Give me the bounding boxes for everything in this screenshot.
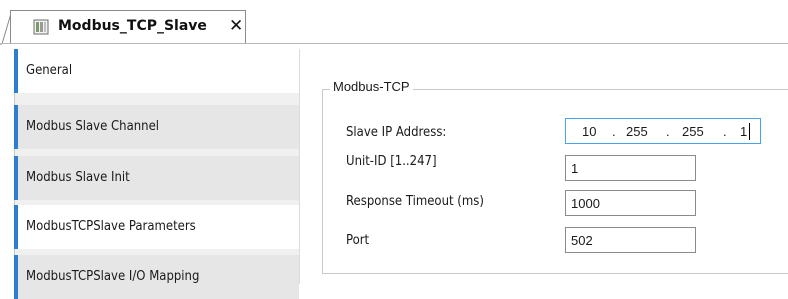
parameters-panel: Modbus-TCP Slave IP Address: 10 . 255 . … [300, 49, 788, 284]
tab-divider [0, 43, 788, 44]
ip-octet-2[interactable]: 255 [626, 124, 648, 139]
editor-tab-strip: Modbus_TCP_Slave ✕ [0, 0, 788, 45]
config-sidebar: General Modbus Slave Channel Modbus Slav… [14, 49, 299, 299]
modbus-tcp-group [322, 89, 788, 274]
sidebar-item-label: ModbusTCPSlave I/O Mapping [26, 269, 200, 284]
group-title: Modbus-TCP [330, 79, 413, 94]
sidebar-item-modbustcpslave-io-mapping[interactable]: ModbusTCPSlave I/O Mapping [14, 255, 299, 299]
sidebar-item-label: Modbus Slave Init [26, 170, 130, 185]
ip-dot: . [612, 124, 616, 139]
ip-dot: . [723, 124, 727, 139]
ip-octet-1[interactable]: 10 [582, 124, 596, 139]
response-timeout-label: Response Timeout (ms) [346, 194, 484, 209]
ip-octet-3[interactable]: 255 [682, 124, 704, 139]
sidebar-item-modbus-slave-init[interactable]: Modbus Slave Init [14, 156, 299, 200]
sidebar-item-general[interactable]: General [14, 49, 299, 93]
sidebar-item-modbus-slave-channel[interactable]: Modbus Slave Channel [14, 105, 299, 149]
port-label: Port [346, 233, 370, 248]
sidebar-item-label: Modbus Slave Channel [26, 119, 160, 134]
ip-octet-4[interactable]: 1 [740, 124, 747, 139]
tab-modbus-tcp-slave[interactable]: Modbus_TCP_Slave ✕ [10, 10, 246, 44]
slave-ip-input[interactable]: 10 . 255 . 255 . 1 [565, 118, 761, 144]
unit-id-input[interactable]: 1 [565, 155, 696, 181]
device-icon [33, 19, 49, 35]
sidebar-item-label: ModbusTCPSlave Parameters [26, 219, 196, 234]
ip-dot: . [666, 124, 670, 139]
response-timeout-input[interactable]: 1000 [565, 190, 696, 216]
close-icon[interactable]: ✕ [229, 16, 243, 36]
port-input[interactable]: 502 [565, 227, 696, 253]
slave-ip-label: Slave IP Address: [346, 125, 447, 140]
sidebar-item-label: General [26, 63, 73, 78]
text-caret [749, 123, 750, 140]
sidebar-item-modbustcpslave-parameters[interactable]: ModbusTCPSlave Parameters [14, 205, 299, 249]
tab-title: Modbus_TCP_Slave [58, 18, 207, 34]
unit-id-label: Unit-ID [1..247] [346, 154, 437, 169]
